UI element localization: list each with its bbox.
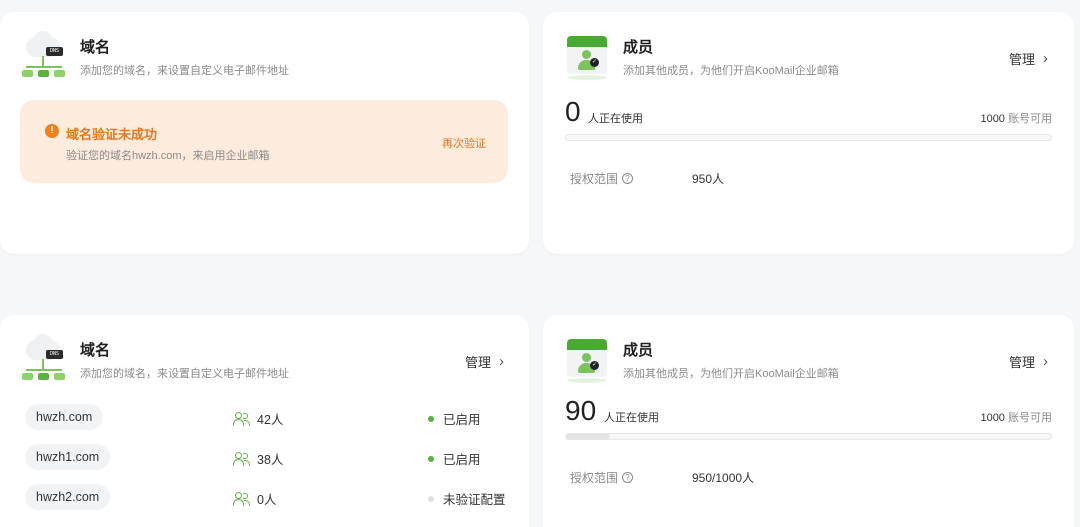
domain-name-pill[interactable]: hwzh2.com <box>25 484 111 510</box>
member-manage-button[interactable]: 管理 › <box>1009 49 1048 68</box>
domain-dns-illustration-icon: DNS <box>20 31 66 80</box>
auth-scope-value: 950人 <box>692 172 725 186</box>
status-dot-icon <box>428 415 434 422</box>
available-accounts: 1000 账号可用 <box>980 113 1052 125</box>
member-card-header: ✓ 成员 添加其他成员，为他们开启KooMail企业邮箱 <box>563 337 839 383</box>
in-use-count: 90 <box>565 395 597 426</box>
help-icon[interactable]: ? <box>622 472 634 483</box>
domain-card-title: 域名 <box>80 342 111 359</box>
member-manage-button[interactable]: 管理 › <box>1009 352 1048 371</box>
in-use-label: 人正在使用 <box>604 412 659 424</box>
in-use-label: 人正在使用 <box>588 113 643 125</box>
domain-name-pill[interactable]: hwzh1.com <box>25 444 111 470</box>
domain-card-header: DNS 域名 添加您的域名，来设置自定义电子邮件地址 <box>20 31 289 80</box>
domain-row[interactable]: hwzh2.com 0人 未验证配置 <box>25 484 507 510</box>
users-icon <box>233 451 250 466</box>
member-illustration-icon: ✓ <box>563 337 609 383</box>
in-use-count: 0 <box>565 96 581 127</box>
domain-name-pill[interactable]: hwzh.com <box>25 404 104 430</box>
domain-card: DNS 域名 添加您的域名，来设置自定义电子邮件地址 ! 域名验证未成功 验证您… <box>0 12 529 254</box>
chevron-right-icon: › <box>1043 353 1048 370</box>
domain-user-count: 42人 <box>233 409 283 428</box>
chevron-right-icon: › <box>499 353 504 370</box>
help-icon[interactable]: ? <box>622 173 634 184</box>
domain-row[interactable]: hwzh1.com 38人 已启用 <box>25 444 507 470</box>
domain-status: 已启用 <box>428 449 481 468</box>
domain-status: 未验证配置 <box>428 489 506 508</box>
domain-manage-button[interactable]: 管理 › <box>465 352 504 371</box>
domain-verify-warning: ! 域名验证未成功 验证您的域名hwzh.com，来启用企业邮箱 再次验证 <box>20 100 508 183</box>
usage-progress-fill <box>566 434 610 439</box>
domain-card-title: 域名 <box>80 39 111 56</box>
member-card-desc: 添加其他成员，为他们开启KooMail企业邮箱 <box>623 368 839 380</box>
warning-title: 域名验证未成功 <box>66 127 158 142</box>
auth-scope: 授权范围? <box>570 469 634 486</box>
member-card-title: 成员 <box>623 342 654 359</box>
domain-user-count: 0人 <box>233 489 276 508</box>
reverify-button[interactable]: 再次验证 <box>442 135 486 151</box>
domain-card-header: DNS 域名 添加您的域名，来设置自定义电子邮件地址 <box>20 334 289 383</box>
domain-card-desc: 添加您的域名，来设置自定义电子邮件地址 <box>80 368 289 380</box>
domain-row[interactable]: hwzh.com 42人 已启用 <box>25 404 507 430</box>
domain-list-card: DNS 域名 添加您的域名，来设置自定义电子邮件地址 管理 › hwzh.com … <box>0 315 529 527</box>
usage-progress-bar <box>565 433 1052 440</box>
chevron-right-icon: › <box>1043 50 1048 67</box>
warning-info-icon: ! <box>45 124 59 138</box>
member-card-desc: 添加其他成员，为他们开启KooMail企业邮箱 <box>623 65 839 77</box>
status-dot-icon <box>428 455 434 462</box>
member-card-header: ✓ 成员 添加其他成员，为他们开启KooMail企业邮箱 <box>563 34 839 80</box>
auth-scope-value: 950/1000人 <box>692 471 755 485</box>
member-card-title: 成员 <box>623 39 654 56</box>
member-card: ✓ 成员 添加其他成员，为他们开启KooMail企业邮箱 管理 › 0 人正在使用… <box>543 12 1074 254</box>
available-accounts: 1000 账号可用 <box>980 412 1052 424</box>
usage-progress-bar <box>565 134 1052 141</box>
warning-desc: 验证您的域名hwzh.com，来启用企业邮箱 <box>66 150 270 162</box>
users-icon <box>233 411 250 426</box>
domain-card-desc: 添加您的域名，来设置自定义电子邮件地址 <box>80 65 289 77</box>
users-icon <box>233 491 250 506</box>
status-dot-icon <box>428 495 434 502</box>
auth-scope: 授权范围? <box>570 170 634 187</box>
domain-dns-illustration-icon: DNS <box>20 334 66 383</box>
domain-status: 已启用 <box>428 409 481 428</box>
domain-user-count: 38人 <box>233 449 283 468</box>
member-card: ✓ 成员 添加其他成员，为他们开启KooMail企业邮箱 管理 › 90 人正在使… <box>543 315 1074 527</box>
member-illustration-icon: ✓ <box>563 34 609 80</box>
